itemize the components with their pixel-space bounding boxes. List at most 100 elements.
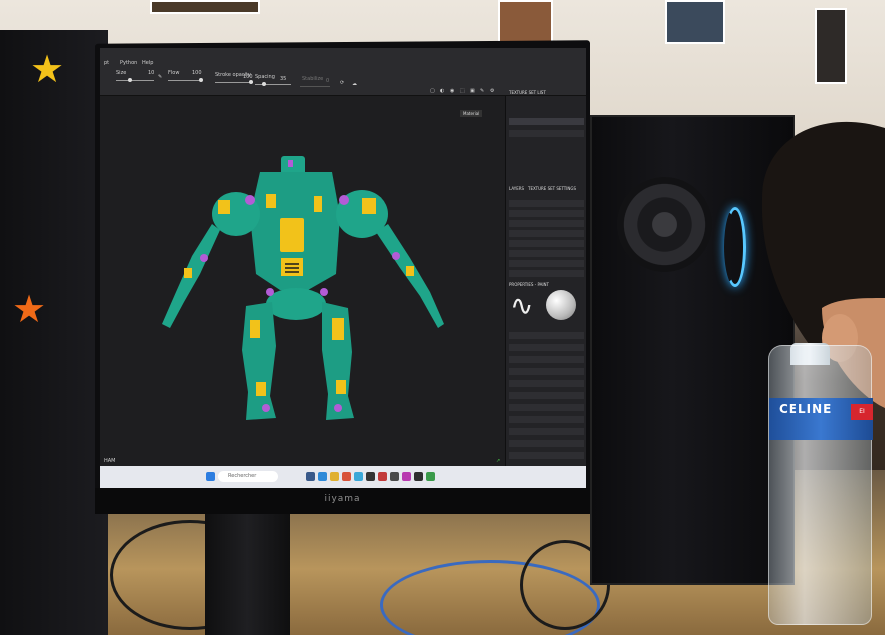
robot-joint [245,195,255,205]
taskbar-app-icon[interactable] [426,472,435,481]
robot-accent-plate [336,380,346,394]
stroke-opacity-slider[interactable] [215,82,253,83]
slider-handle[interactable] [199,78,203,82]
robot-pelvis [266,288,326,320]
property-row[interactable] [509,440,584,447]
property-row[interactable] [509,452,584,459]
taskbar-app-icon[interactable] [366,472,375,481]
taskbar-app-icon[interactable] [378,472,387,481]
poster-3 [665,0,725,44]
spacing-label: Spacing [255,74,275,80]
property-row[interactable] [509,404,584,411]
spacing-slider[interactable] [255,84,291,85]
tab-texture-set-settings[interactable]: TEXTURE SET SETTINGS [528,186,576,191]
robot-joint [392,252,400,260]
layer-row[interactable] [509,250,584,257]
robot-accent-plate [406,266,414,276]
tab-properties[interactable]: PROPERTIES - PAINT [509,282,549,287]
layer-row[interactable] [509,200,584,207]
size-label: Size [116,70,127,76]
robot-joint [339,195,349,205]
monitor-screen: pt Python Help Size 10 ✎ Flow 100 Stroke… [100,48,586,488]
3d-viewport[interactable]: ↗ [100,96,505,466]
layer-row[interactable] [509,230,584,237]
robot-body [162,156,444,420]
slider-handle[interactable] [128,78,132,82]
stabilize-slider[interactable] [300,86,330,87]
texture-set-list-header[interactable]: TEXTURE SET LIST [509,90,546,95]
toolbar-icon[interactable]: ✎ [480,88,484,94]
pen-pressure-icon[interactable]: ✎ [158,74,162,80]
robot-accent-plate [281,258,303,276]
toolbar-icon[interactable]: ▢ [430,88,435,94]
photo-scene: ★ ★ pt Python Help Size 10 ✎ Flow 100 St… [0,0,885,635]
layer-row[interactable] [509,270,584,277]
tab-layers[interactable]: LAYERS [509,186,524,191]
bottle-label: CELINE EI [769,398,873,440]
right-panel: TEXTURE SET LIST Material LAYERS TEXTURE… [460,90,586,466]
brush-sphere-preview [546,290,576,320]
start-icon[interactable] [206,472,215,481]
taskbar-app-icon[interactable] [390,472,399,481]
material-dropdown[interactable]: Material [460,110,483,117]
robot-accent-plate [280,218,304,252]
robot-model [162,156,444,420]
layer-row[interactable] [509,240,584,247]
orange-star-icon: ★ [12,287,47,331]
texture-set-row[interactable] [509,118,584,125]
left-panel [0,30,108,635]
spacing-value[interactable]: 35 [280,76,286,82]
menu-item[interactable]: Help [142,60,153,66]
taskbar-app-icon[interactable] [354,472,363,481]
property-row[interactable] [509,344,584,351]
flow-label: Flow [168,70,180,76]
layer-row[interactable] [509,260,584,267]
water-bottle: CELINE EI [768,345,873,625]
taskbar-app-icon[interactable] [306,472,315,481]
robot-joint [262,404,270,412]
stroke-opacity-value[interactable]: 100 [243,74,253,80]
search-input[interactable]: Rechercher [218,471,278,482]
size-slider[interactable] [116,80,154,81]
robot-joint [334,404,342,412]
taskbar-app-icon[interactable] [318,472,327,481]
property-row[interactable] [509,416,584,423]
slider-handle[interactable] [249,80,253,84]
yellow-star-icon: ★ [30,47,65,91]
slider-handle[interactable] [262,82,266,86]
property-row[interactable] [509,428,584,435]
layer-row[interactable] [509,210,584,217]
taskbar-app-icon[interactable] [330,472,339,481]
axis-gizmo-icon[interactable]: ↗ [496,458,500,464]
menu-item[interactable]: pt [104,60,109,66]
property-row[interactable] [509,356,584,363]
property-row[interactable] [509,380,584,387]
property-row[interactable] [509,368,584,375]
robot-joint [266,288,274,296]
stabilize-value[interactable]: 0 [326,78,329,84]
robot-joint [320,288,328,296]
lazy-mouse-icon[interactable]: ☁ [352,81,357,87]
bottle-red-tag: EI [851,404,873,420]
robot-joint [200,254,208,262]
toolbar-icon[interactable]: ⚙ [490,88,494,94]
toolbar-icon[interactable]: ◉ [450,88,454,94]
symmetry-icon[interactable]: ⟳ [340,80,344,86]
taskbar-app-icon[interactable] [414,472,423,481]
taskbar-app-icon[interactable] [342,472,351,481]
property-row[interactable] [509,392,584,399]
toolbar-icon[interactable]: ◐ [440,88,444,94]
size-value[interactable]: 10 [148,70,154,76]
brush-stroke-icon[interactable]: ∿ [510,292,533,320]
taskbar-app-icon[interactable] [402,472,411,481]
toolbar-icon[interactable]: ▣ [470,88,475,94]
monitor-brand: iiyama [324,494,361,504]
flow-value[interactable]: 100 [192,70,202,76]
toolbar-icon[interactable]: ⬚ [460,88,465,94]
layer-row[interactable] [509,220,584,227]
property-row[interactable] [509,332,584,339]
flow-slider[interactable] [168,80,202,81]
robot-accent-plate [184,268,192,278]
menu-item[interactable]: Python [120,60,137,66]
robot-accent-plate [218,200,230,214]
